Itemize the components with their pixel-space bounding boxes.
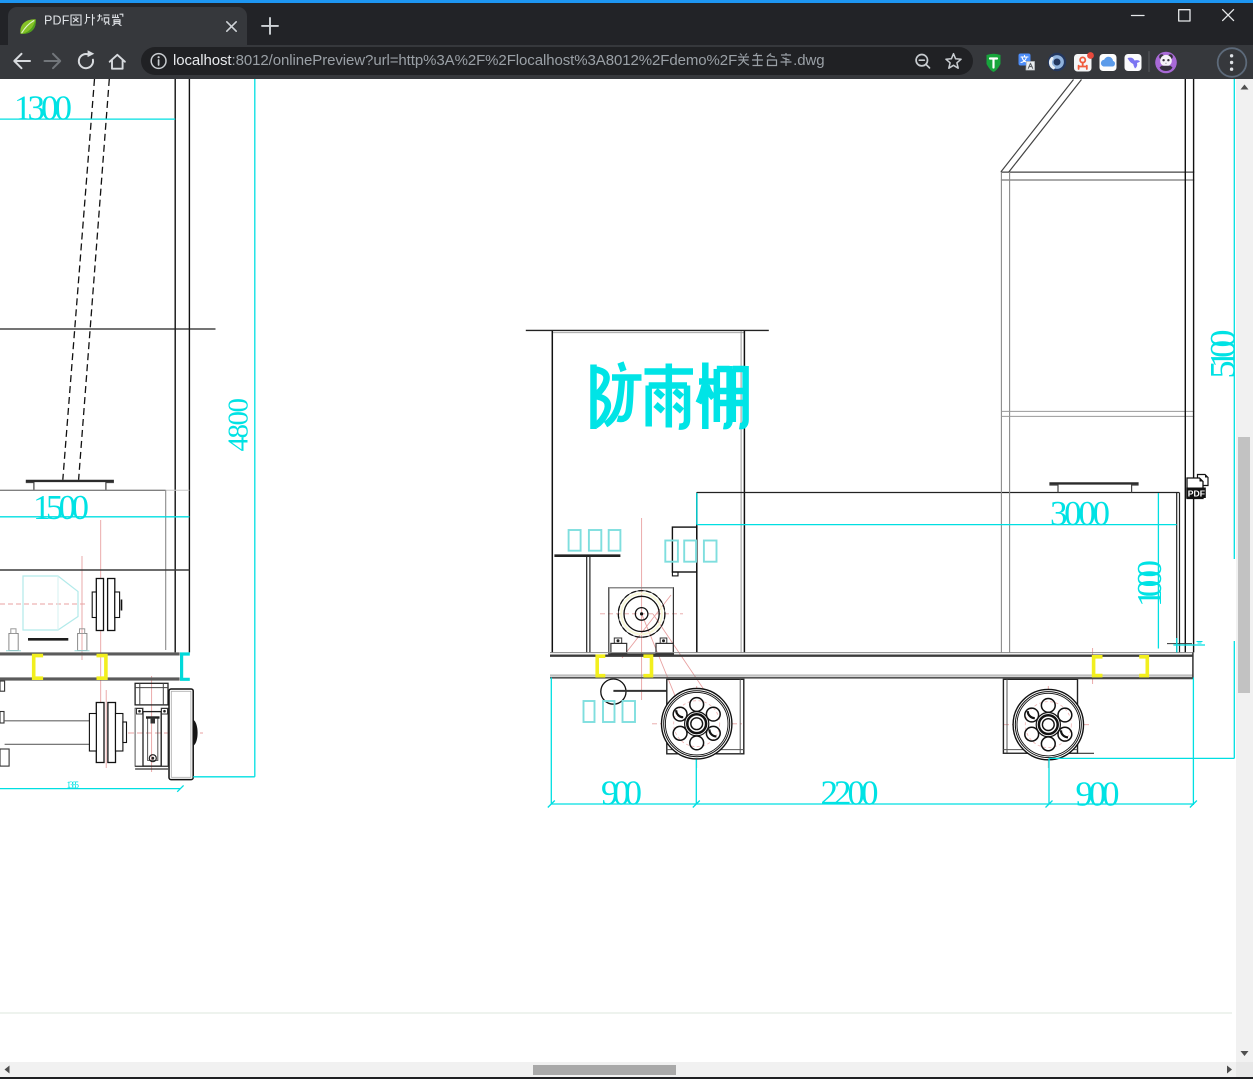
svg-text:2200: 2200 <box>821 774 879 813</box>
svg-text:1500: 1500 <box>33 488 89 527</box>
svg-text:PDF: PDF <box>1188 488 1205 498</box>
svg-text:3000: 3000 <box>1050 494 1110 533</box>
svg-text:900: 900 <box>1076 775 1120 814</box>
svg-text:5100: 5100 <box>1203 330 1237 379</box>
svg-text:900: 900 <box>601 774 642 813</box>
svg-text:1300: 1300 <box>14 89 72 128</box>
svg-text:1000: 1000 <box>1130 560 1169 607</box>
svg-text:4800: 4800 <box>223 398 255 452</box>
svg-text:1385: 1385 <box>67 780 80 790</box>
